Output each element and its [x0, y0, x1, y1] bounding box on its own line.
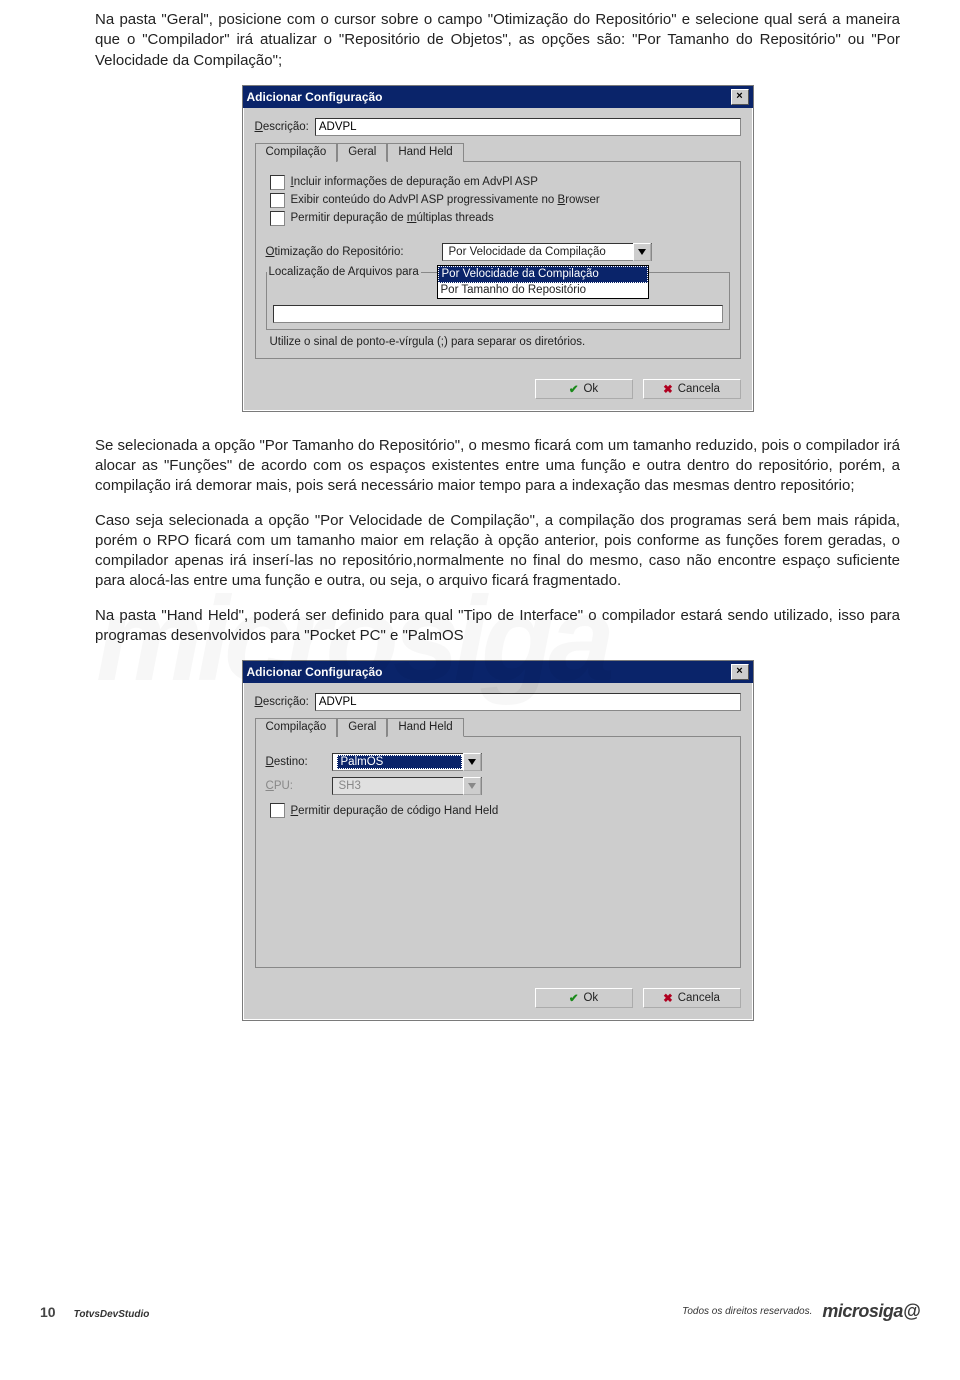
- close-icon: ✖: [663, 382, 673, 396]
- dropdown-option-tamanho[interactable]: Por Tamanho do Repositório: [438, 283, 648, 298]
- checkbox-permitir-depuracao-hh[interactable]: [270, 803, 285, 818]
- page-footer: 10 TotvsDevStudio Todos os direitos rese…: [0, 1301, 960, 1322]
- chevron-down-icon: [463, 777, 481, 795]
- checkbox-multiplas-threads[interactable]: [270, 211, 285, 226]
- tabs: Compilação Geral Hand Held: [255, 717, 741, 736]
- destino-select[interactable]: PalmOS: [332, 753, 482, 771]
- close-icon[interactable]: ×: [731, 664, 749, 680]
- localizacao-label: Localização de Arquivos para: [267, 266, 421, 278]
- tabpanel-handheld: Destino: PalmOS CPU: SH3 Permitir depura…: [255, 736, 741, 968]
- cancel-button[interactable]: ✖Cancela: [643, 988, 741, 1008]
- dialog-titlebar: Adicionar Configuração ×: [243, 661, 753, 683]
- dialog-adicionar-config-geral: Adicionar Configuração × Descrição: Comp…: [242, 85, 754, 412]
- tab-compilacao[interactable]: Compilação: [255, 143, 338, 162]
- paragraph-2: Se selecionada a opção "Por Tamanho do R…: [95, 436, 900, 497]
- otimizacao-select[interactable]: Por Velocidade da Compilação: [442, 243, 652, 261]
- tab-compilacao[interactable]: Compilação: [255, 718, 338, 737]
- ok-button[interactable]: ✔Ok: [535, 988, 633, 1008]
- tab-geral[interactable]: Geral: [337, 143, 387, 162]
- checkbox-exibir-browser[interactable]: [270, 193, 285, 208]
- chevron-down-icon[interactable]: [633, 243, 651, 261]
- cpu-label: CPU:: [266, 780, 326, 792]
- tab-handheld[interactable]: Hand Held: [387, 143, 463, 162]
- cancel-button[interactable]: ✖Cancela: [643, 379, 741, 399]
- footer-filename: TotvsDevStudio: [74, 1309, 150, 1320]
- localizacao-input[interactable]: [273, 305, 723, 323]
- checkbox-incluir-depuracao[interactable]: [270, 175, 285, 190]
- destino-label: Destino:: [266, 756, 326, 768]
- close-icon[interactable]: ×: [731, 89, 749, 105]
- dialog-title: Adicionar Configuração: [247, 665, 383, 679]
- paragraph-4: Na pasta "Hand Held", poderá ser definid…: [95, 606, 900, 647]
- label-multiplas-threads: Permitir depuração de múltiplas threads: [291, 212, 494, 224]
- tabs: Compilação Geral Hand Held: [255, 142, 741, 161]
- cpu-select: SH3: [332, 777, 482, 795]
- ok-button[interactable]: ✔Ok: [535, 379, 633, 399]
- dropdown-option-velocidade[interactable]: Por Velocidade da Compilação: [438, 266, 648, 283]
- close-icon: ✖: [663, 991, 673, 1005]
- util-hint: Utilize o sinal de ponto-e-vírgula (;) p…: [266, 336, 730, 348]
- label-permitir-depuracao-hh: Permitir depuração de código Hand Held: [291, 805, 499, 817]
- label-exibir-browser: Exibir conteúdo do AdvPl ASP progressiva…: [291, 194, 600, 206]
- tabpanel-geral: Incluir informações de depuração em AdvP…: [255, 161, 741, 359]
- otimizacao-label: Otimização do Repositório:: [266, 246, 436, 258]
- descricao-input[interactable]: [315, 118, 741, 136]
- check-icon: ✔: [569, 382, 579, 396]
- dialog-title: Adicionar Configuração: [247, 90, 383, 104]
- otimizacao-dropdown-list[interactable]: Por Velocidade da Compilação Por Tamanho…: [437, 265, 649, 299]
- check-icon: ✔: [569, 991, 579, 1005]
- tab-handheld[interactable]: Hand Held: [387, 718, 463, 737]
- tab-geral[interactable]: Geral: [337, 718, 387, 737]
- descricao-label: Descrição:: [255, 696, 309, 708]
- dialog-titlebar: Adicionar Configuração ×: [243, 86, 753, 108]
- page-number: 10: [40, 1304, 56, 1320]
- descricao-label: Descrição:: [255, 121, 309, 133]
- footer-rights: Todos os direitos reservados.: [682, 1306, 812, 1317]
- dialog-adicionar-config-handheld: Adicionar Configuração × Descrição: Comp…: [242, 660, 754, 1021]
- label-incluir-depuracao: Incluir informações de depuração em AdvP…: [291, 176, 538, 188]
- descricao-input[interactable]: [315, 693, 741, 711]
- paragraph-1: Na pasta "Geral", posicione com o cursor…: [95, 10, 900, 71]
- paragraph-3: Caso seja selecionada a opção "Por Veloc…: [95, 511, 900, 592]
- brand-logo: microsiga@: [822, 1301, 920, 1322]
- chevron-down-icon[interactable]: [463, 753, 481, 771]
